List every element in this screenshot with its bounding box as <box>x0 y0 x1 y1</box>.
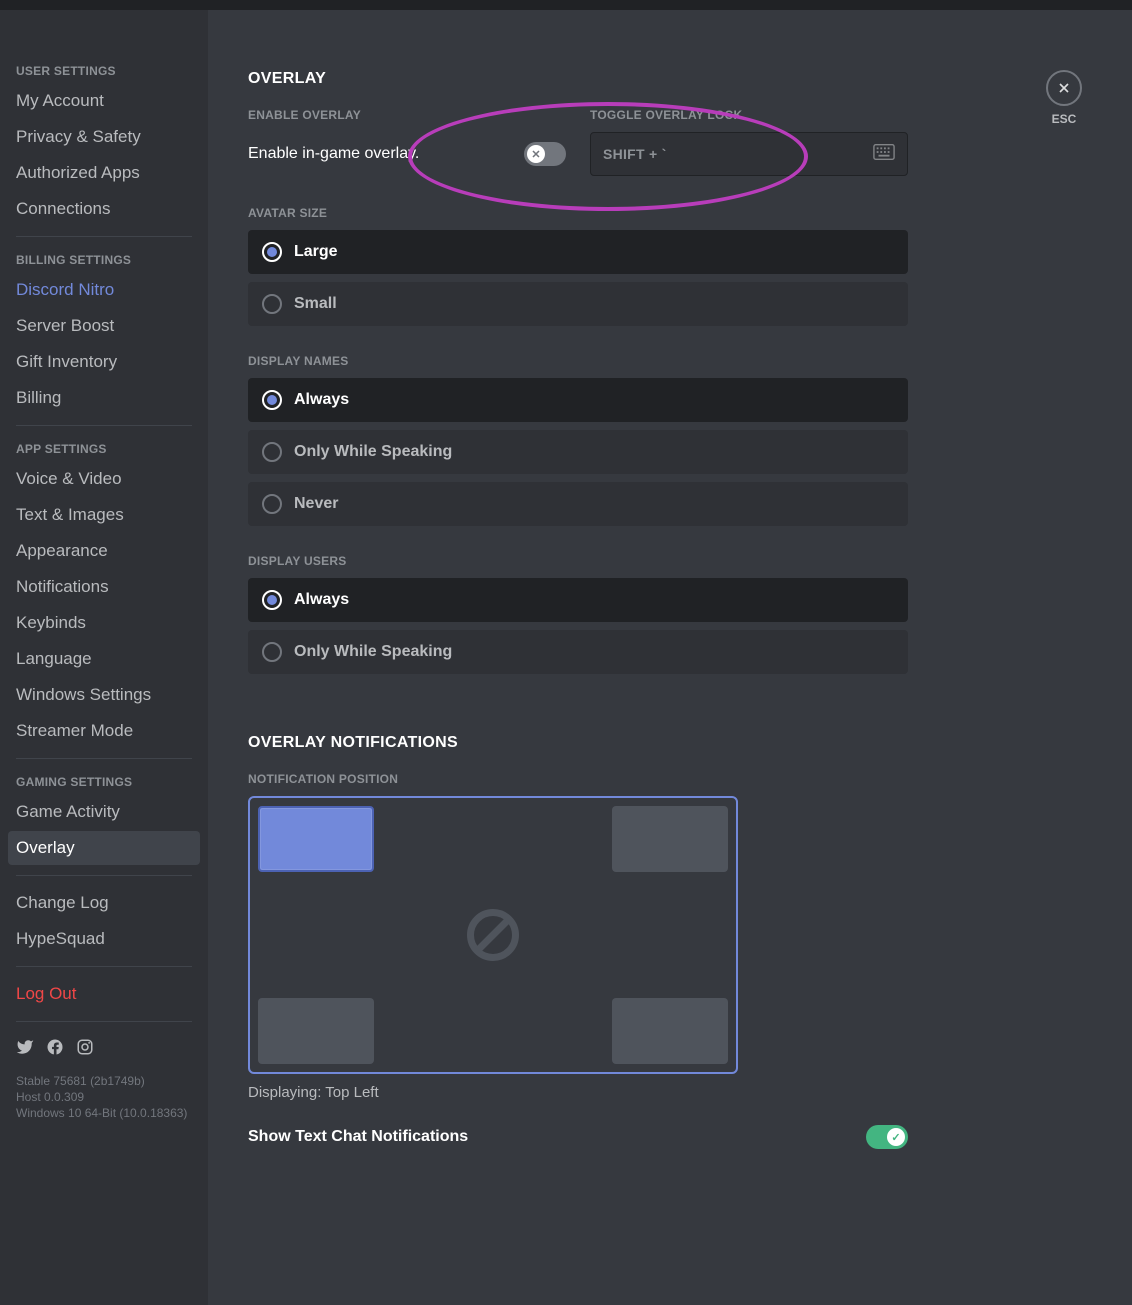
social-links <box>8 1032 200 1067</box>
sidebar-item-logout[interactable]: Log Out <box>8 977 200 1011</box>
sidebar-item-connections[interactable]: Connections <box>8 192 200 226</box>
avatar-size-header: Avatar Size <box>248 206 908 220</box>
radio-label: Only While Speaking <box>294 443 452 461</box>
keybind-text: SHIFT + ` <box>603 146 667 162</box>
radio-names-speaking[interactable]: Only While Speaking <box>248 430 908 474</box>
page-title: Overlay <box>248 70 908 88</box>
display-names-header: Display Names <box>248 354 908 368</box>
sidebar-header-billing: Billing Settings <box>8 247 200 273</box>
enable-overlay-toggle[interactable] <box>524 142 566 166</box>
close-settings-button[interactable]: ESC <box>1046 70 1082 126</box>
sidebar-item-appearance[interactable]: Appearance <box>8 534 200 568</box>
position-disable[interactable] <box>463 905 523 965</box>
sidebar-separator <box>16 966 192 967</box>
enable-overlay-text: Enable in-game overlay. <box>248 145 419 163</box>
display-names-group: Always Only While Speaking Never <box>248 378 908 526</box>
instagram-icon[interactable] <box>76 1038 94 1061</box>
sidebar-separator <box>16 425 192 426</box>
sidebar-item-privacy-safety[interactable]: Privacy & Safety <box>8 120 200 154</box>
facebook-icon[interactable] <box>46 1038 64 1061</box>
radio-label: Only While Speaking <box>294 643 452 661</box>
sidebar-separator <box>16 236 192 237</box>
display-users-header: Display Users <box>248 554 908 568</box>
avatar-size-group: Large Small <box>248 230 908 326</box>
position-top-left[interactable] <box>258 806 374 872</box>
show-text-chat-row: Show Text Chat Notifications <box>248 1125 908 1149</box>
sidebar-separator <box>16 875 192 876</box>
sidebar-item-authorized-apps[interactable]: Authorized Apps <box>8 156 200 190</box>
sidebar-item-my-account[interactable]: My Account <box>8 84 200 118</box>
notification-position-header: Notification Position <box>248 772 908 786</box>
sidebar-header-app: App Settings <box>8 436 200 462</box>
sidebar-header-user-settings: User Settings <box>8 58 200 84</box>
toggle-lock-header: Toggle Overlay Lock <box>590 108 908 122</box>
close-icon <box>1046 70 1082 106</box>
radio-icon <box>262 242 282 262</box>
radio-icon <box>262 494 282 514</box>
displaying-text: Displaying: Top Left <box>248 1084 908 1101</box>
notification-position-picker <box>248 796 738 1074</box>
radio-icon <box>262 642 282 662</box>
radio-label: Always <box>294 591 349 609</box>
sidebar-item-keybinds[interactable]: Keybinds <box>8 606 200 640</box>
window-titlebar <box>0 0 1132 10</box>
esc-label: ESC <box>1046 112 1082 126</box>
settings-sidebar: User Settings My Account Privacy & Safet… <box>0 10 208 1305</box>
show-text-chat-label: Show Text Chat Notifications <box>248 1128 468 1146</box>
overlay-notifications-title: Overlay Notifications <box>248 734 908 752</box>
sidebar-item-windows-settings[interactable]: Windows Settings <box>8 678 200 712</box>
toggle-lock-keybind-input[interactable]: SHIFT + ` <box>590 132 908 176</box>
sidebar-item-change-log[interactable]: Change Log <box>8 886 200 920</box>
radio-names-never[interactable]: Never <box>248 482 908 526</box>
sidebar-item-game-activity[interactable]: Game Activity <box>8 795 200 829</box>
overlay-settings-panel: Overlay Enable Overlay Enable in-game ov… <box>208 10 948 1209</box>
display-users-group: Always Only While Speaking <box>248 578 908 674</box>
sidebar-item-discord-nitro[interactable]: Discord Nitro <box>8 273 200 307</box>
enable-overlay-header: Enable Overlay <box>248 108 566 122</box>
sidebar-item-billing[interactable]: Billing <box>8 381 200 415</box>
sidebar-header-gaming: Gaming Settings <box>8 769 200 795</box>
radio-users-always[interactable]: Always <box>248 578 908 622</box>
radio-label: Large <box>294 243 338 261</box>
radio-icon <box>262 294 282 314</box>
sidebar-item-gift-inventory[interactable]: Gift Inventory <box>8 345 200 379</box>
radio-label: Always <box>294 391 349 409</box>
version-line: Windows 10 64-Bit (10.0.18363) <box>16 1105 192 1121</box>
position-bottom-right[interactable] <box>612 998 728 1064</box>
sidebar-item-overlay[interactable]: Overlay <box>8 831 200 865</box>
sidebar-item-streamer-mode[interactable]: Streamer Mode <box>8 714 200 748</box>
sidebar-item-notifications[interactable]: Notifications <box>8 570 200 604</box>
radio-icon <box>262 590 282 610</box>
sidebar-separator <box>16 758 192 759</box>
sidebar-separator <box>16 1021 192 1022</box>
sidebar-item-voice-video[interactable]: Voice & Video <box>8 462 200 496</box>
show-text-chat-toggle[interactable] <box>866 1125 908 1149</box>
version-line: Stable 75681 (2b1749b) <box>16 1073 192 1089</box>
radio-label: Small <box>294 295 337 313</box>
radio-icon <box>262 390 282 410</box>
sidebar-item-text-images[interactable]: Text & Images <box>8 498 200 532</box>
radio-icon <box>262 442 282 462</box>
sidebar-item-language[interactable]: Language <box>8 642 200 676</box>
position-top-right[interactable] <box>612 806 728 872</box>
radio-users-speaking[interactable]: Only While Speaking <box>248 630 908 674</box>
sidebar-item-hypesquad[interactable]: HypeSquad <box>8 922 200 956</box>
radio-avatar-small[interactable]: Small <box>248 282 908 326</box>
radio-label: Never <box>294 495 338 513</box>
position-bottom-left[interactable] <box>258 998 374 1064</box>
sidebar-item-server-boost[interactable]: Server Boost <box>8 309 200 343</box>
version-line: Host 0.0.309 <box>16 1089 192 1105</box>
keyboard-icon <box>873 143 895 166</box>
version-info: Stable 75681 (2b1749b) Host 0.0.309 Wind… <box>8 1067 200 1127</box>
radio-avatar-large[interactable]: Large <box>248 230 908 274</box>
radio-names-always[interactable]: Always <box>248 378 908 422</box>
twitter-icon[interactable] <box>16 1038 34 1061</box>
